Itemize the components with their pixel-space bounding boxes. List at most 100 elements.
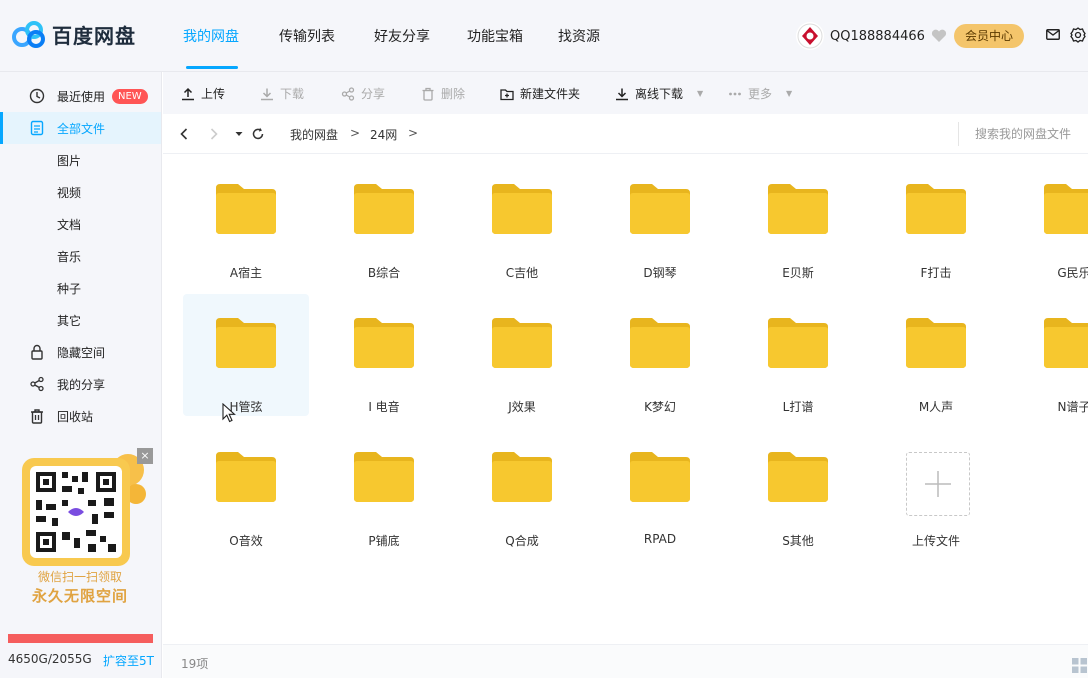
upload-button[interactable]: 上传 — [181, 85, 225, 102]
breadcrumb-current-folder[interactable]: 24网 — [370, 126, 397, 143]
folder-item[interactable]: A宿主 — [183, 160, 309, 282]
history-dropdown-icon[interactable] — [232, 127, 246, 141]
sidebar-item-music[interactable]: 音乐 — [0, 240, 161, 272]
folder-item[interactable]: O音效 — [183, 428, 309, 550]
folder-name: D钢琴 — [643, 266, 677, 280]
tab-friend-share[interactable]: 好友分享 — [374, 26, 430, 46]
back-arrow-icon[interactable] — [177, 127, 191, 141]
status-bar: 19项 — [163, 644, 1088, 678]
tab-my-netdisk[interactable]: 我的网盘 — [183, 26, 239, 46]
vip-center-button[interactable]: 会员中心 — [954, 24, 1024, 48]
folder-icon — [492, 452, 552, 502]
folder-item[interactable]: RPAD — [597, 428, 723, 550]
sidebar-item-other[interactable]: 其它 — [0, 304, 161, 336]
offline-download-button[interactable]: 离线下载 ▼ — [615, 85, 703, 102]
sidebar-item-all-files[interactable]: 全部文件 — [0, 112, 161, 144]
folder-item[interactable]: B综合 — [321, 160, 447, 282]
more-button[interactable]: 更多 ▼ — [728, 85, 792, 102]
share-button[interactable]: 分享 — [341, 85, 385, 102]
trash-icon — [31, 409, 43, 424]
folder-name: C吉他 — [505, 266, 539, 280]
folder-name: N谱子 — [1057, 400, 1088, 414]
search-input[interactable] — [958, 122, 1088, 146]
sidebar-item-my-shares[interactable]: 我的分享 — [0, 368, 161, 400]
folder-item[interactable]: I 电音 — [321, 294, 447, 416]
file-icon — [30, 120, 44, 136]
more-dots-icon — [729, 92, 741, 95]
mail-icon[interactable] — [1046, 29, 1060, 40]
folder-item[interactable]: C吉他 — [459, 160, 585, 282]
avatar[interactable] — [796, 22, 824, 50]
promo-text-scan: 微信扫一扫领取 — [37, 570, 122, 584]
download-icon — [261, 88, 273, 100]
chevron-down-icon[interactable]: ▼ — [786, 89, 792, 98]
delete-label: 删除 — [441, 87, 466, 101]
app-window: 百度网盘 我的网盘 传输列表 好友分享 功能宝箱 找资源 QQ188884466… — [0, 0, 1088, 678]
folder-item[interactable]: N谱子 — [1011, 294, 1088, 416]
folder-name: O音效 — [229, 534, 263, 548]
vip-heart-icon — [931, 29, 946, 42]
folder-icon — [768, 452, 828, 502]
sidebar-item-torrents[interactable]: 种子 — [0, 272, 161, 304]
top-bar: 百度网盘 我的网盘 传输列表 好友分享 功能宝箱 找资源 QQ188884466… — [0, 0, 1088, 72]
folder-item[interactable]: F打击 — [873, 160, 999, 282]
folder-item[interactable]: G民乐 — [1011, 160, 1088, 282]
folder-icon — [492, 184, 552, 234]
folder-item[interactable]: S其他 — [735, 428, 861, 550]
upload-file-tile[interactable]: 上传文件 — [873, 428, 999, 550]
folder-icon — [216, 318, 276, 368]
folder-item[interactable]: D钢琴 — [597, 160, 723, 282]
toolbar: 上传 下载 分享 删除 新建文件夹 离线下载 ▼ 更多 ▼ — [163, 72, 1088, 114]
active-tab-indicator — [186, 66, 238, 69]
sidebar-item-videos[interactable]: 视频 — [0, 176, 161, 208]
chevron-down-icon[interactable]: ▼ — [697, 89, 703, 98]
folder-item[interactable]: E贝斯 — [735, 160, 861, 282]
folder-icon — [216, 184, 276, 234]
item-count: 19项 — [181, 657, 209, 671]
settings-gear-icon[interactable] — [1070, 27, 1086, 43]
folder-item[interactable]: M人声 — [873, 294, 999, 416]
tab-transfer-list[interactable]: 传输列表 — [279, 26, 335, 46]
folder-name: J效果 — [508, 400, 536, 414]
folder-item[interactable]: L打谱 — [735, 294, 861, 416]
sidebar-item-recent[interactable]: 最近使用 NEW — [0, 80, 161, 112]
sidebar-item-label: 回收站 — [57, 409, 94, 424]
folder-icon — [354, 452, 414, 502]
folder-item[interactable]: K梦幻 — [597, 294, 723, 416]
user-profile[interactable]: QQ188884466 — [796, 22, 947, 50]
new-folder-button[interactable]: 新建文件夹 — [500, 85, 580, 102]
sidebar-item-hidden-space[interactable]: 隐藏空间 — [0, 336, 161, 368]
mouse-pointer-icon — [222, 403, 236, 423]
forward-arrow-icon[interactable] — [207, 127, 221, 141]
breadcrumb-my-netdisk[interactable]: 我的网盘 — [290, 126, 338, 143]
delete-button[interactable]: 删除 — [421, 85, 465, 102]
folder-item[interactable]: P铺底 — [321, 428, 447, 550]
folder-item[interactable]: Q合成 — [459, 428, 585, 550]
folder-name: H管弦 — [229, 400, 263, 414]
folder-icon — [354, 318, 414, 368]
promo-close-button[interactable]: × — [137, 448, 153, 464]
folder-item[interactable]: J效果 — [459, 294, 585, 416]
folder-item[interactable]: H管弦 — [183, 294, 309, 416]
new-folder-icon — [500, 88, 514, 100]
refresh-icon[interactable] — [251, 127, 265, 141]
sidebar-item-images[interactable]: 图片 — [0, 144, 161, 176]
folder-icon — [492, 318, 552, 368]
logo[interactable]: 百度网盘 — [12, 19, 136, 49]
folder-name: S其他 — [782, 534, 814, 548]
lock-icon — [31, 344, 43, 360]
offline-download-icon — [616, 88, 628, 100]
tab-toolbox[interactable]: 功能宝箱 — [467, 26, 523, 46]
share-icon — [341, 86, 355, 101]
expand-storage-link[interactable]: 扩容至5T — [103, 652, 154, 669]
breadcrumb-bar: 我的网盘 > 24网 > — [163, 114, 1088, 154]
grid-view-icon[interactable] — [1071, 657, 1088, 674]
sidebar-item-documents[interactable]: 文档 — [0, 208, 161, 240]
sidebar-item-label: 种子 — [57, 281, 82, 296]
download-button[interactable]: 下载 — [260, 85, 304, 102]
sidebar-item-recycle-bin[interactable]: 回收站 — [0, 400, 161, 432]
tab-find-resources[interactable]: 找资源 — [558, 26, 600, 46]
offline-download-label: 离线下载 — [635, 87, 684, 101]
share-icon — [30, 376, 44, 392]
promo-text-space: 永久无限空间 — [31, 587, 128, 605]
